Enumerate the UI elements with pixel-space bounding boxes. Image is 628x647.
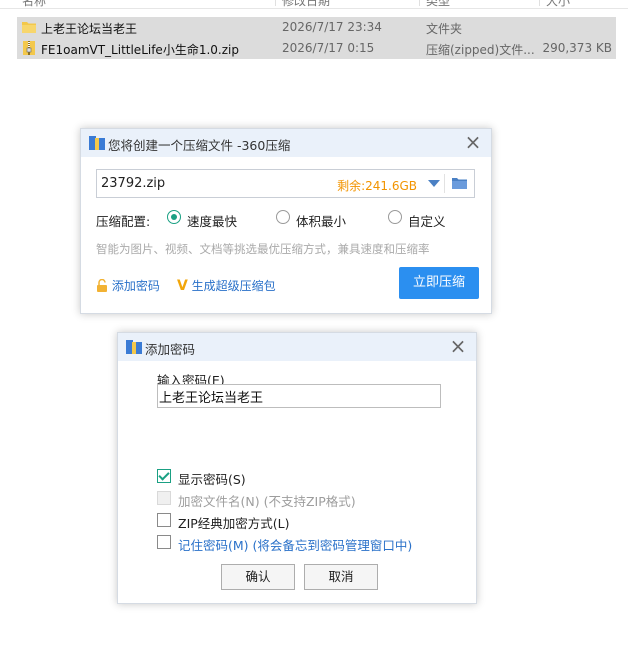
zip-classic-encryption-checkbox[interactable] xyxy=(157,513,171,527)
file-name: FE1oamVT_LittleLife小生命1.0.zip xyxy=(41,43,239,57)
column-header-type[interactable]: 类型 xyxy=(426,0,450,9)
file-size: 290,373 KB xyxy=(542,41,612,55)
cancel-button[interactable]: 取消 xyxy=(304,564,378,590)
360zip-logo-icon xyxy=(126,340,142,354)
compress-dialog: 您将创建一个压缩文件 -360压缩 × 23792.zip 剩余:241.6GB… xyxy=(80,128,492,314)
radio-custom[interactable] xyxy=(388,210,402,224)
column-header-bar: 名称 修改日期 类型 大小 xyxy=(0,0,628,9)
close-icon[interactable]: × xyxy=(463,132,483,152)
column-header-size[interactable]: 大小 xyxy=(546,0,570,9)
file-date: 2026/7/17 0:15 xyxy=(282,41,375,55)
archive-filename: 23792.zip xyxy=(101,176,166,191)
radio-custom-label[interactable]: 自定义 xyxy=(408,211,446,230)
folder-icon xyxy=(22,22,36,33)
browse-folder-icon[interactable] xyxy=(452,177,467,189)
chevron-down-icon[interactable] xyxy=(428,180,440,187)
compress-now-button[interactable]: 立即压缩 xyxy=(399,267,479,299)
360zip-logo-icon xyxy=(89,136,105,150)
super-compress-link[interactable]: V 生成超级压缩包 xyxy=(177,277,276,294)
add-password-link[interactable]: 添加密码 xyxy=(96,277,160,294)
password-dialog: 添加密码 × 输入密码(E) 显示密码(S) 加密文件名(N) (不支持ZIP格… xyxy=(117,332,477,604)
zip-file-icon xyxy=(23,41,35,55)
radio-fastest[interactable] xyxy=(167,210,181,224)
password-dialog-title: 添加密码 xyxy=(145,342,196,357)
show-password-label[interactable]: 显示密码(S) xyxy=(178,469,246,488)
password-dialog-titlebar[interactable]: 添加密码 × xyxy=(118,333,476,361)
file-row[interactable]: 上老王论坛当老王 2026/7/17 23:34 文件夹 xyxy=(17,17,616,38)
file-type: 文件夹 xyxy=(426,22,463,36)
column-divider xyxy=(539,0,540,6)
file-row[interactable]: FE1oamVT_LittleLife小生命1.0.zip 2026/7/17 … xyxy=(17,38,616,59)
compress-config-label: 压缩配置: xyxy=(96,214,151,229)
file-type: 压缩(zipped)文件... xyxy=(426,43,535,57)
radio-smallest-label[interactable]: 体积最小 xyxy=(296,211,346,230)
password-input[interactable] xyxy=(157,384,441,408)
archive-filename-field[interactable]: 23792.zip 剩余:241.6GB xyxy=(96,169,475,198)
confirm-button[interactable]: 确认 xyxy=(221,564,295,590)
remember-password-checkbox[interactable] xyxy=(157,535,171,549)
radio-smallest[interactable] xyxy=(276,210,290,224)
file-date: 2026/7/17 23:34 xyxy=(282,20,382,34)
column-divider xyxy=(275,0,276,6)
compress-dialog-title: 您将创建一个压缩文件 -360压缩 xyxy=(108,138,291,153)
add-password-label: 添加密码 xyxy=(111,279,160,293)
encrypt-filename-label: 加密文件名(N) (不支持ZIP格式) xyxy=(178,494,356,509)
zip-classic-encryption-label[interactable]: ZIP经典加密方式(L) xyxy=(178,513,290,532)
encrypt-filename-checkbox xyxy=(157,491,171,505)
super-compress-label: 生成超级压缩包 xyxy=(191,279,276,293)
column-divider xyxy=(419,0,420,6)
remember-password-label[interactable]: 记住密码(M) (将会备忘到密码管理窗口中) xyxy=(178,535,412,554)
column-header-name[interactable]: 名称 xyxy=(22,0,46,9)
close-icon[interactable]: × xyxy=(448,336,468,356)
lock-icon xyxy=(97,278,107,292)
vip-v-icon: V xyxy=(177,278,188,294)
divider xyxy=(444,174,445,193)
remaining-space: 剩余:241.6GB xyxy=(337,179,417,193)
compress-hint-text: 智能为图片、视频、文档等挑选最优压缩方式，兼具速度和压缩率 xyxy=(96,242,430,256)
radio-fastest-label[interactable]: 速度最快 xyxy=(187,211,237,230)
column-header-date[interactable]: 修改日期 xyxy=(282,0,330,9)
file-name: 上老王论坛当老王 xyxy=(41,22,138,36)
compress-dialog-titlebar[interactable]: 您将创建一个压缩文件 -360压缩 × xyxy=(81,129,491,157)
show-password-checkbox[interactable] xyxy=(157,469,171,483)
